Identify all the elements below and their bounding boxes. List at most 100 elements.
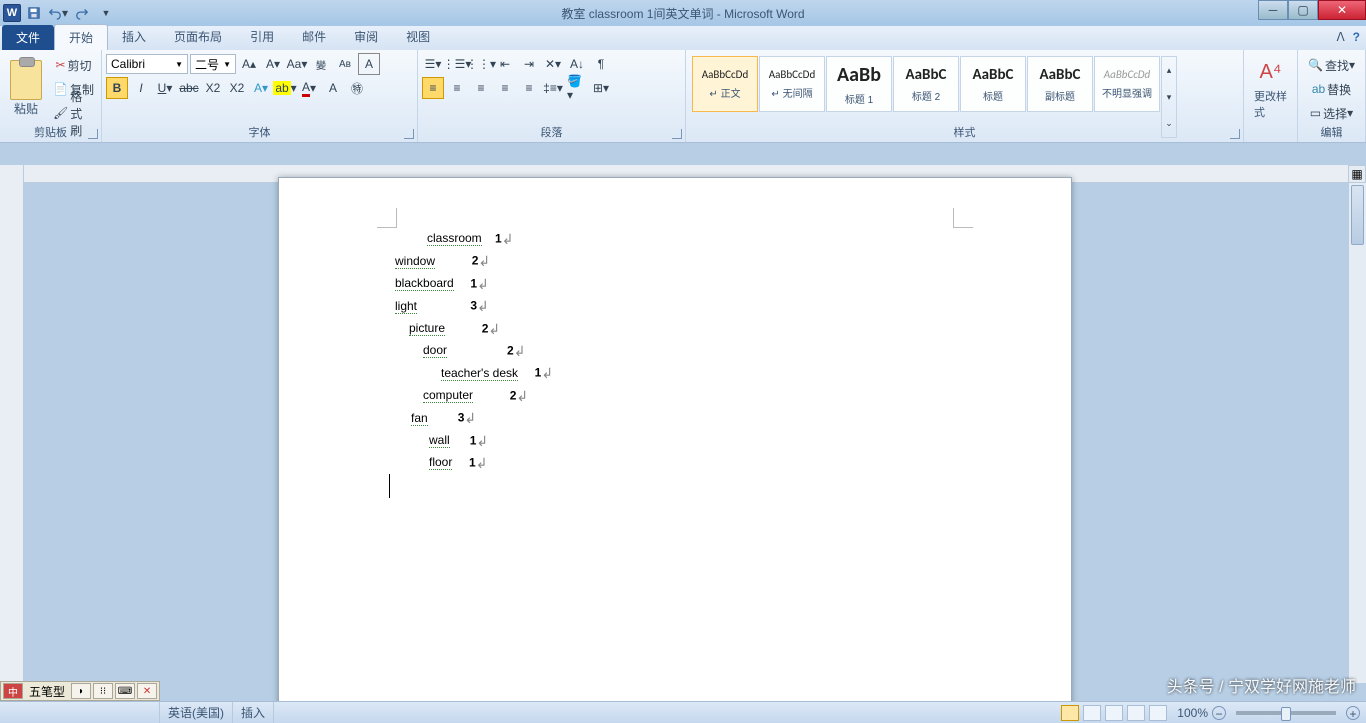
file-tab[interactable]: 文件	[2, 25, 54, 50]
save-icon[interactable]	[23, 2, 45, 24]
tab-邮件[interactable]: 邮件	[288, 24, 340, 50]
help-icon[interactable]: ?	[1353, 30, 1360, 44]
asian-layout-icon[interactable]: ✕▾	[542, 53, 564, 75]
text-effects-icon[interactable]: A▾	[250, 77, 272, 99]
styles-scroll-icon[interactable]: ▴	[1162, 57, 1176, 84]
zoom-level[interactable]: 100%	[1177, 706, 1208, 720]
text-line[interactable]: blackboard 1↲	[389, 273, 961, 295]
zoom-slider[interactable]	[1236, 711, 1336, 715]
shrink-font-icon[interactable]: A▾	[262, 53, 284, 75]
border-char-icon[interactable]: A	[358, 53, 380, 75]
print-layout-view-icon[interactable]	[1061, 705, 1079, 721]
redo-icon[interactable]	[71, 2, 93, 24]
bold-button[interactable]: B	[106, 77, 128, 99]
web-view-icon[interactable]	[1105, 705, 1123, 721]
qat-dropdown-icon[interactable]: ▼	[95, 2, 117, 24]
zoom-in-button[interactable]: +	[1346, 706, 1360, 720]
tab-开始[interactable]: 开始	[54, 24, 108, 50]
styles-scroll-icon[interactable]: ▾	[1162, 84, 1176, 111]
minimize-ribbon-icon[interactable]: ᐱ	[1336, 30, 1344, 44]
style-副标题[interactable]: AaBbC副标题	[1027, 56, 1093, 112]
line-spacing-icon[interactable]: ‡≡▾	[542, 77, 564, 99]
draft-view-icon[interactable]	[1149, 705, 1167, 721]
page[interactable]: classroom 1↲window 2↲blackboard 1↲light …	[278, 177, 1072, 701]
multilevel-icon[interactable]: ⋮⋮▾	[470, 53, 492, 75]
vertical-ruler[interactable]	[0, 165, 24, 701]
replace-button[interactable]: ab替换	[1302, 78, 1361, 100]
text-line[interactable]: classroom 1↲	[389, 228, 961, 250]
style-标题 2[interactable]: AaBbC标题 2	[893, 56, 959, 112]
align-right-icon[interactable]: ≡	[470, 77, 492, 99]
ime-keyboard-icon[interactable]: ⌨	[115, 683, 135, 699]
subscript-button[interactable]: X2	[202, 77, 224, 99]
clear-format-icon[interactable]: Aʙ	[334, 53, 356, 75]
underline-button[interactable]: U▾	[154, 77, 176, 99]
scroll-thumb[interactable]	[1351, 185, 1364, 245]
justify-icon[interactable]: ≡	[494, 77, 516, 99]
text-line[interactable]: floor 1↲	[389, 452, 961, 474]
text-line[interactable]: door 2↲	[389, 340, 961, 362]
document-content[interactable]: classroom 1↲window 2↲blackboard 1↲light …	[389, 228, 961, 498]
paste-button[interactable]: 粘贴	[4, 52, 48, 124]
text-line[interactable]: light 3↲	[389, 295, 961, 317]
strike-button[interactable]: abc	[178, 77, 200, 99]
enclose-char-icon[interactable]: ㊕	[346, 77, 368, 99]
tab-审阅[interactable]: 审阅	[340, 24, 392, 50]
tab-页面布局[interactable]: 页面布局	[160, 24, 236, 50]
outline-view-icon[interactable]	[1127, 705, 1145, 721]
text-line[interactable]: fan 3↲	[389, 407, 961, 429]
ruler-toggle-icon[interactable]: ▦	[1348, 165, 1366, 183]
indent-dec-icon[interactable]: ⇤	[494, 53, 516, 75]
format-painter-button[interactable]: 🖌格式刷	[50, 102, 97, 124]
language-status[interactable]: 英语(美国)	[160, 702, 233, 723]
change-case-icon[interactable]: Aa▾	[286, 53, 308, 75]
style-↵ 无间隔[interactable]: AaBbCcDd↵ 无间隔	[759, 56, 825, 112]
show-marks-icon[interactable]: ¶	[590, 53, 612, 75]
tab-视图[interactable]: 视图	[392, 24, 444, 50]
text-line[interactable]: picture 2↲	[389, 318, 961, 340]
align-left-icon[interactable]: ≡	[422, 77, 444, 99]
font-size-combo[interactable]: 二号▼	[190, 54, 236, 74]
tab-插入[interactable]: 插入	[108, 24, 160, 50]
numbering-icon[interactable]: ⋮☰▾	[446, 53, 468, 75]
minimize-button[interactable]: ─	[1258, 0, 1288, 20]
insert-mode[interactable]: 插入	[233, 702, 274, 723]
sort-icon[interactable]: A↓	[566, 53, 588, 75]
text-line[interactable]: teacher's desk 1↲	[389, 362, 961, 384]
tab-引用[interactable]: 引用	[236, 24, 288, 50]
find-button[interactable]: 🔍查找▾	[1302, 54, 1361, 76]
cut-button[interactable]: ✂剪切	[50, 54, 97, 76]
distribute-icon[interactable]: ≡	[518, 77, 540, 99]
style-标题[interactable]: AaBbC标题	[960, 56, 1026, 112]
font-name-combo[interactable]: Calibri▼	[106, 54, 188, 74]
undo-icon[interactable]: ▾	[47, 2, 69, 24]
select-button[interactable]: ▭选择▾	[1302, 102, 1361, 124]
superscript-button[interactable]: X2	[226, 77, 248, 99]
ime-mode2-icon[interactable]: ⁝⁝	[93, 683, 113, 699]
text-line[interactable]: window 2↲	[389, 250, 961, 272]
zoom-out-button[interactable]: −	[1212, 706, 1226, 720]
style-不明显强调[interactable]: AaBbCcDd不明显强调	[1094, 56, 1160, 112]
ime-close-icon[interactable]: ✕	[137, 683, 157, 699]
font-color-icon[interactable]: A▾	[298, 77, 320, 99]
change-styles-button[interactable]: A⁴ 更改样式	[1248, 52, 1293, 124]
ime-logo-icon[interactable]: 中	[3, 683, 23, 699]
italic-button[interactable]: I	[130, 77, 152, 99]
ime-toolbar[interactable]: 中 五笔型 ◗ ⁝⁝ ⌨ ✕	[0, 681, 160, 701]
font-dialog-icon[interactable]	[404, 129, 414, 139]
paragraph-dialog-icon[interactable]	[672, 129, 682, 139]
phonetic-icon[interactable]: 變	[310, 53, 332, 75]
vertical-scrollbar[interactable]	[1348, 183, 1366, 683]
style-↵ 正文[interactable]: AaBbCcDd↵ 正文	[692, 56, 758, 112]
char-shading-icon[interactable]: A	[322, 77, 344, 99]
close-button[interactable]: ✕	[1318, 0, 1366, 20]
align-center-icon[interactable]: ≡	[446, 77, 468, 99]
word-icon[interactable]: W	[3, 4, 21, 22]
text-line[interactable]: wall 1↲	[389, 430, 961, 452]
clipboard-dialog-icon[interactable]	[88, 129, 98, 139]
highlight-icon[interactable]: ab▾	[274, 77, 296, 99]
ime-mode1-icon[interactable]: ◗	[71, 683, 91, 699]
grow-font-icon[interactable]: A▴	[238, 53, 260, 75]
shading-icon[interactable]: 🪣▾	[566, 77, 588, 99]
style-标题 1[interactable]: AaBb标题 1	[826, 56, 892, 112]
